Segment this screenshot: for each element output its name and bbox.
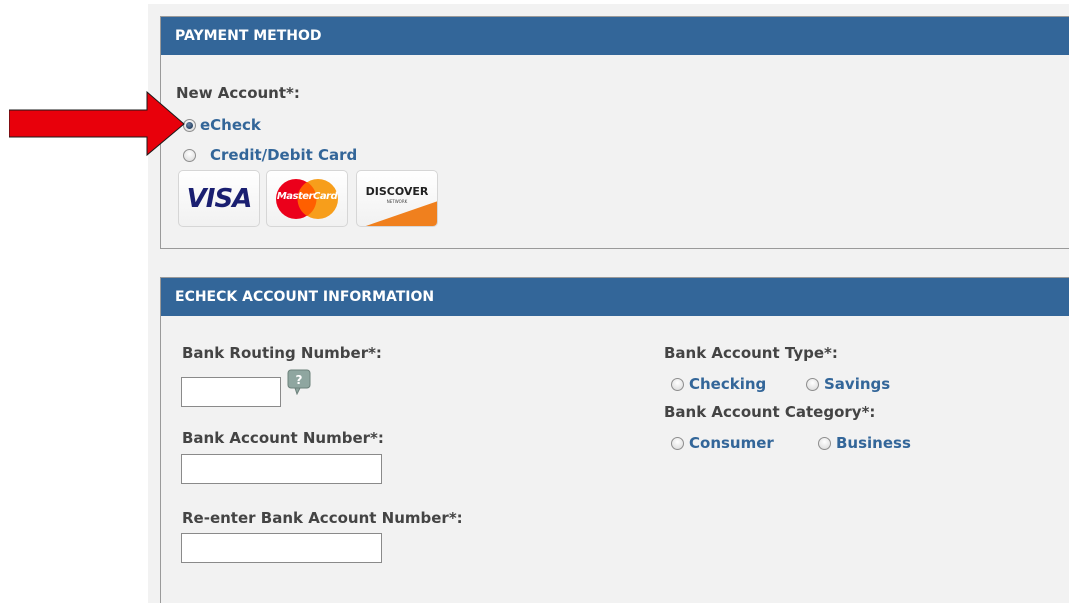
account-category-label: Bank Account Category*: [664, 403, 876, 421]
savings-radio-button[interactable] [806, 377, 819, 391]
consumer-radio-button[interactable] [671, 436, 684, 450]
reenter-account-number-input[interactable] [181, 533, 382, 563]
business-label[interactable]: Business [836, 434, 911, 452]
radio-checking[interactable]: Checking [671, 375, 766, 393]
svg-text:?: ? [296, 373, 303, 387]
account-number-input[interactable] [181, 454, 382, 484]
echeck-label[interactable]: eCheck [200, 116, 261, 134]
consumer-label[interactable]: Consumer [689, 434, 774, 452]
credit-debit-label[interactable]: Credit/Debit Card [210, 146, 357, 164]
savings-label[interactable]: Savings [824, 375, 890, 393]
radio-consumer[interactable]: Consumer [671, 434, 774, 452]
routing-number-input[interactable] [181, 377, 281, 407]
account-number-label: Bank Account Number*: [182, 429, 384, 447]
routing-number-label: Bank Routing Number*: [182, 344, 382, 362]
account-type-label: Bank Account Type*: [664, 344, 838, 362]
discover-logo: DISCOVER NETWORK [356, 170, 438, 227]
mastercard-logo-text: MasterCard [276, 191, 338, 202]
reenter-account-number-label: Re-enter Bank Account Number*: [182, 509, 463, 527]
discover-orange-swoosh-icon [365, 201, 437, 226]
radio-credit-debit[interactable]: Credit/Debit Card [183, 146, 357, 164]
payment-method-header: PAYMENT METHOD [161, 17, 1069, 55]
help-question-icon[interactable]: ? [287, 369, 313, 396]
checking-label[interactable]: Checking [689, 375, 766, 393]
visa-logo: VISA [178, 170, 260, 227]
visa-logo-text: VISA [186, 183, 253, 214]
echeck-account-header: ECHECK ACCOUNT INFORMATION [161, 278, 1069, 316]
mastercard-logo: MasterCard [266, 170, 348, 227]
red-arrow-annotation-icon [9, 91, 185, 157]
radio-business[interactable]: Business [818, 434, 911, 452]
business-radio-button[interactable] [818, 436, 831, 450]
checking-radio-button[interactable] [671, 377, 684, 391]
question-bubble-icon: ? [287, 369, 311, 396]
radio-savings[interactable]: Savings [806, 375, 890, 393]
new-account-label: New Account*: [176, 84, 300, 102]
radio-echeck[interactable]: eCheck [183, 116, 261, 134]
